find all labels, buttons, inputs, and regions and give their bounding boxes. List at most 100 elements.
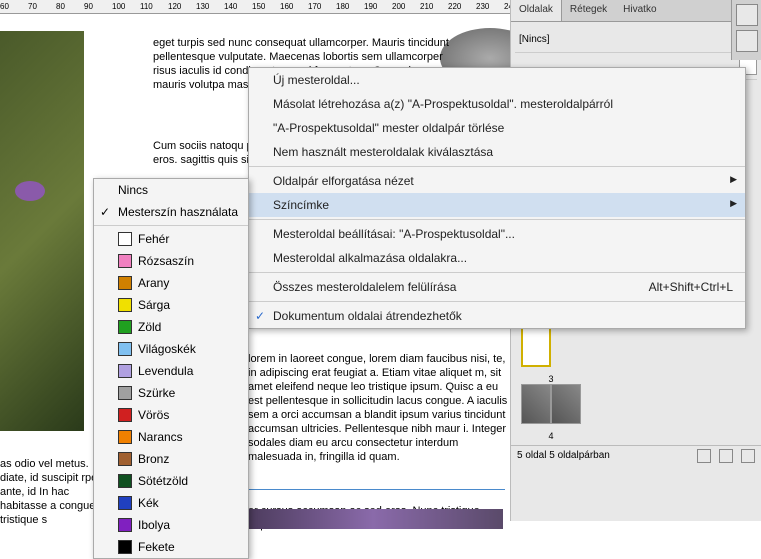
color-menu-label: Szürke: [138, 386, 175, 400]
ruler-mark: 190: [364, 2, 377, 11]
ruler-mark: 110: [140, 2, 153, 11]
color-menu-item[interactable]: Bronz: [94, 448, 248, 470]
color-menu-label: Zöld: [138, 320, 161, 334]
color-swatch: [118, 276, 132, 290]
color-menu-label: Fekete: [138, 540, 175, 554]
color-menu-label: Rózsaszín: [138, 254, 194, 268]
menu-item[interactable]: Színcímke ▶: [249, 193, 745, 217]
color-swatch: [118, 540, 132, 554]
pages-context-menu: Új mesteroldal... Másolat létrehozása a(z…: [248, 67, 746, 329]
color-menu-label: Arany: [138, 276, 169, 290]
ruler-mark: 140: [224, 2, 237, 11]
color-menu-item[interactable]: Rózsaszín: [94, 250, 248, 272]
color-menu-item[interactable]: Levendula: [94, 360, 248, 382]
submenu-arrow-icon: ▶: [730, 174, 737, 185]
edit-page-icon[interactable]: [697, 449, 711, 463]
panel-icon[interactable]: [736, 4, 758, 26]
ruler-mark: 160: [280, 2, 293, 11]
menu-item-label: Mesteroldal alkalmazása oldalakra...: [273, 251, 467, 265]
rule-line: [245, 489, 505, 490]
color-menu-item[interactable]: Narancs: [94, 426, 248, 448]
menu-separator: [249, 272, 745, 273]
panel-statusbar: 5 oldal 5 oldalpárban: [511, 445, 761, 465]
page-count-label: 5 oldal 5 oldalpárban: [517, 450, 610, 461]
menu-separator: [249, 219, 745, 220]
color-menu-label: Világoskék: [138, 342, 196, 356]
color-menu-label: Narancs: [138, 430, 183, 444]
menu-item-label: Nem használt mesteroldalak kiválasztása: [273, 145, 493, 159]
page-number: 4: [521, 431, 581, 441]
page-thumb[interactable]: [551, 384, 581, 424]
color-menu-item[interactable]: Sárga: [94, 294, 248, 316]
ruler-mark: 230: [476, 2, 489, 11]
color-menu-item[interactable]: Arany: [94, 272, 248, 294]
delete-page-icon[interactable]: [741, 449, 755, 463]
placed-image-strip[interactable]: [243, 509, 503, 529]
ruler-mark: 220: [448, 2, 461, 11]
color-menu-label: Sötétzöld: [138, 474, 188, 488]
color-swatch: [118, 254, 132, 268]
menu-separator: [249, 166, 745, 167]
color-menu-item[interactable]: Zöld: [94, 316, 248, 338]
color-menu-label: Nincs: [118, 183, 148, 197]
panel-icon[interactable]: [736, 30, 758, 52]
ruler-mark: 100: [112, 2, 125, 11]
menu-shortcut: Alt+Shift+Ctrl+L: [649, 280, 733, 294]
page-thumbnails: 3 4: [521, 327, 581, 441]
page-thumb[interactable]: [521, 327, 551, 367]
master-none-row[interactable]: [Nincs]: [515, 26, 757, 53]
ruler-mark: 70: [28, 2, 37, 11]
text-frame[interactable]: lorem in laoreet congue, lorem diam fauc…: [248, 352, 508, 464]
ruler-mark: 170: [308, 2, 321, 11]
color-menu-item[interactable]: Ibolya: [94, 514, 248, 536]
tab-links[interactable]: Hivatko: [615, 0, 664, 21]
ruler-mark: 150: [252, 2, 265, 11]
menu-item[interactable]: "A-Prospektusoldal" mester oldalpár törl…: [249, 116, 745, 140]
page-number: 3: [521, 374, 581, 384]
check-icon: ✓: [100, 205, 110, 219]
side-icon-strip: [731, 0, 761, 60]
menu-item[interactable]: Új mesteroldal...: [249, 68, 745, 92]
ruler-mark: 120: [168, 2, 181, 11]
menu-item[interactable]: Másolat létrehozása a(z) "A-Prospektusol…: [249, 92, 745, 116]
color-swatch: [118, 232, 132, 246]
color-menu-item[interactable]: Vörös: [94, 404, 248, 426]
color-menu-item[interactable]: Fehér: [94, 228, 248, 250]
ruler-mark: 90: [84, 2, 93, 11]
menu-item[interactable]: Mesteroldal alkalmazása oldalakra...: [249, 246, 745, 270]
color-menu-label: Mesterszín használata: [118, 205, 238, 219]
ruler-mark: 210: [420, 2, 433, 11]
menu-item-label: Új mesteroldal...: [273, 73, 360, 87]
color-menu-item[interactable]: Nincs: [94, 179, 248, 201]
color-menu-item[interactable]: Fekete: [94, 536, 248, 558]
color-menu-item[interactable]: Kék: [94, 492, 248, 514]
color-menu-item[interactable]: Világoskék: [94, 338, 248, 360]
color-label-submenu: Nincs ✓ Mesterszín használata Fehér Rózsaszí…: [93, 178, 249, 559]
menu-separator: [94, 225, 248, 226]
new-page-icon[interactable]: [719, 449, 733, 463]
menu-item[interactable]: Mesteroldal beállításai: "A-Prospektusol…: [249, 222, 745, 246]
color-menu-label: Kék: [138, 496, 159, 510]
color-menu-item[interactable]: Sötétzöld: [94, 470, 248, 492]
page-thumb[interactable]: [521, 384, 551, 424]
panel-tabbar: Oldalak Rétegek Hivatko ▸▸: [511, 0, 761, 22]
menu-item[interactable]: ✓Dokumentum oldalai átrendezhetők: [249, 304, 745, 328]
ruler-mark: 60: [0, 2, 9, 11]
menu-item[interactable]: Oldalpár elforgatása nézet▶: [249, 169, 745, 193]
color-swatch: [118, 364, 132, 378]
ruler-mark: 130: [196, 2, 209, 11]
color-swatch: [118, 474, 132, 488]
color-menu-label: Ibolya: [138, 518, 170, 532]
menu-item[interactable]: Összes mesteroldalelem felülírásaAlt+Shi…: [249, 275, 745, 299]
tab-pages[interactable]: Oldalak: [511, 0, 562, 21]
menu-item-label: Mesteroldal beállításai: "A-Prospektusol…: [273, 227, 515, 241]
submenu-arrow-icon: ▶: [730, 198, 737, 209]
color-menu-item[interactable]: Szürke: [94, 382, 248, 404]
tab-layers[interactable]: Rétegek: [562, 0, 615, 21]
menu-item-label: Másolat létrehozása a(z) "A-Prospektusol…: [273, 97, 613, 111]
color-menu-item[interactable]: ✓ Mesterszín használata: [94, 201, 248, 223]
menu-item[interactable]: Nem használt mesteroldalak kiválasztása: [249, 140, 745, 164]
menu-item-label: Színcímke: [273, 198, 329, 212]
placed-image-left[interactable]: [0, 31, 84, 431]
color-swatch: [118, 518, 132, 532]
